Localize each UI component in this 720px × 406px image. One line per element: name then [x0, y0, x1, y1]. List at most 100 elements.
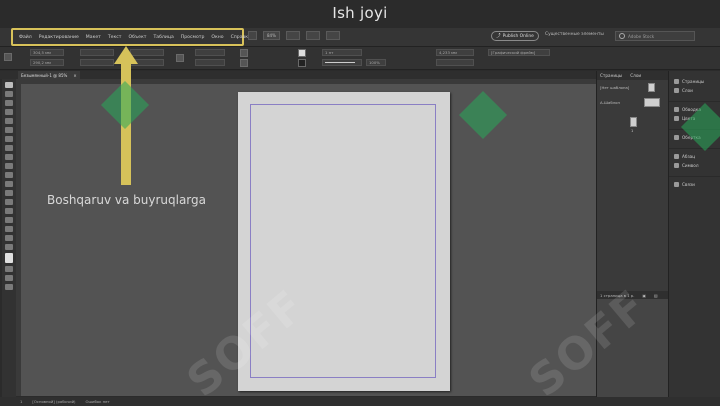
master-row[interactable]: А-Шаблон — [597, 95, 668, 110]
layers-tab[interactable]: Слои — [630, 73, 641, 78]
flip-vertical-icon[interactable] — [240, 59, 248, 67]
x-field[interactable]: 304,5 мм — [30, 49, 64, 56]
dock-paragraph[interactable]: Абзац — [669, 152, 720, 161]
links-icon — [674, 182, 679, 187]
publish-label: Publish Online — [502, 33, 534, 39]
none-master-thumb — [648, 83, 655, 92]
menu-highlight-box: Файл Редактирование Макет Текст Объект Т… — [11, 28, 251, 46]
publish-online-button[interactable]: ⤴ Publish Online — [491, 31, 539, 41]
slide-title: Ish joyi — [332, 4, 388, 22]
screen-mode-button[interactable] — [305, 31, 320, 40]
annotation-text: Boshqaruv va buyruqlarga — [47, 193, 206, 207]
zoom-tool-icon[interactable] — [5, 244, 13, 250]
stroke-weight-field[interactable]: 1 пт — [322, 49, 362, 56]
free-transform-tool-icon[interactable] — [5, 190, 13, 196]
page-number-field[interactable]: 1 — [20, 399, 22, 404]
arrange-documents-button[interactable] — [325, 31, 340, 40]
wrap-icon — [674, 135, 679, 140]
dock-paragraph-label: Абзац — [682, 154, 696, 159]
y-field[interactable]: 290,2 мм — [30, 59, 64, 66]
control-panel: 304,5 мм 290,2 мм 1 пт 100% 4,233 мм [Гр… — [0, 46, 720, 70]
menu-item-window[interactable]: Окно — [211, 35, 223, 40]
tools-panel — [2, 79, 16, 397]
close-icon[interactable]: × — [73, 73, 76, 78]
document-tab[interactable]: Безымянный-1 @ 85% × — [18, 71, 80, 79]
width-field[interactable] — [80, 49, 114, 56]
menu-item-edit[interactable]: Редактирование — [39, 35, 79, 40]
dock-character-label: Символ — [682, 163, 699, 168]
apply-color-icon[interactable] — [5, 275, 13, 281]
scissors-tool-icon[interactable] — [5, 181, 13, 187]
none-master-row[interactable]: [Нет шаблона] — [597, 80, 668, 95]
publish-icon: ⤴ — [496, 34, 501, 39]
object-style-field[interactable]: [Графический фрейм] — [488, 49, 550, 56]
rectangle-frame-tool-icon[interactable] — [5, 163, 13, 169]
swatches-icon — [674, 116, 679, 121]
menu-item-type[interactable]: Текст — [108, 35, 122, 40]
preflight-status[interactable]: Ошибок нет — [86, 399, 110, 404]
rectangle-tool-icon[interactable] — [5, 172, 13, 178]
master-label: А-Шаблон — [600, 100, 620, 105]
view-options-button[interactable] — [285, 31, 300, 40]
stroke-swatch-icon[interactable] — [298, 59, 306, 67]
constrain-icon[interactable] — [176, 54, 184, 62]
search-icon — [619, 33, 625, 39]
dock-layers[interactable]: Слои — [669, 86, 720, 95]
dock-divider — [669, 95, 720, 102]
none-master-label: [Нет шаблона] — [600, 85, 630, 90]
pages-icon — [674, 79, 679, 84]
bridge-button[interactable] — [248, 31, 257, 40]
gap-tool-icon[interactable] — [5, 109, 13, 115]
page-1-thumb[interactable] — [630, 117, 637, 127]
workspace-switcher[interactable]: Существенные элементы — [545, 32, 604, 37]
gradient-feather-tool-icon[interactable] — [5, 208, 13, 214]
stroke-icon — [674, 107, 679, 112]
new-page-icon[interactable]: ▣ — [642, 293, 646, 298]
search-input[interactable]: Adobe Stock — [615, 31, 695, 41]
menu-item-file[interactable]: Файл — [19, 35, 32, 40]
dock-pages[interactable]: Страницы — [669, 77, 720, 86]
page-1-number: 1 — [631, 129, 634, 133]
character-icon — [674, 163, 679, 168]
formatting-container-icon[interactable] — [5, 266, 13, 272]
dock-character[interactable]: Символ — [669, 161, 720, 170]
reference-point-icon[interactable] — [4, 53, 12, 61]
content-collector-icon[interactable] — [5, 118, 13, 124]
menu-item-object[interactable]: Объект — [128, 35, 146, 40]
type-tool-icon[interactable] — [5, 127, 13, 133]
rotation-field[interactable] — [195, 49, 225, 56]
flip-horizontal-icon[interactable] — [240, 49, 248, 57]
shear-field[interactable] — [195, 59, 225, 66]
height-field[interactable] — [80, 59, 114, 66]
master-thumb — [644, 98, 660, 107]
hand-tool-icon[interactable] — [5, 235, 13, 241]
page-tool-icon[interactable] — [5, 100, 13, 106]
measure-field[interactable]: 4,233 мм — [436, 49, 474, 56]
pencil-tool-icon[interactable] — [5, 154, 13, 160]
zoom-level[interactable]: 84% — [263, 31, 280, 40]
line-tool-icon[interactable] — [5, 136, 13, 142]
menu-item-layout[interactable]: Макет — [86, 35, 101, 40]
menu-item-table[interactable]: Таблица — [153, 35, 173, 40]
pen-tool-icon[interactable] — [5, 145, 13, 151]
stroke-type-field[interactable] — [322, 59, 362, 66]
annotation-arrow-head — [114, 46, 138, 64]
selection-tool-icon[interactable] — [5, 82, 13, 88]
screen-mode-icon[interactable] — [5, 284, 13, 290]
measure-field-2[interactable] — [436, 59, 474, 66]
pages-tab[interactable]: Страницы — [600, 73, 622, 78]
opacity-field[interactable]: 100% — [366, 59, 386, 66]
eyedropper-tool-icon[interactable] — [5, 226, 13, 232]
dock-links-label: Связи — [682, 182, 695, 187]
menu-item-view[interactable]: Просмотр — [181, 35, 205, 40]
fill-swatch-icon[interactable] — [298, 49, 306, 57]
note-tool-icon[interactable] — [5, 217, 13, 223]
paragraph-icon — [674, 154, 679, 159]
dock-divider — [669, 170, 720, 177]
delete-page-icon[interactable]: ▥ — [654, 293, 658, 298]
direct-selection-tool-icon[interactable] — [5, 91, 13, 97]
status-bar: 1 [Основной] (рабочий) Ошибок нет — [0, 397, 720, 406]
dock-links[interactable]: Связи — [669, 180, 720, 189]
gradient-tool-icon[interactable] — [5, 199, 13, 205]
fill-stroke-icon[interactable] — [5, 253, 13, 263]
